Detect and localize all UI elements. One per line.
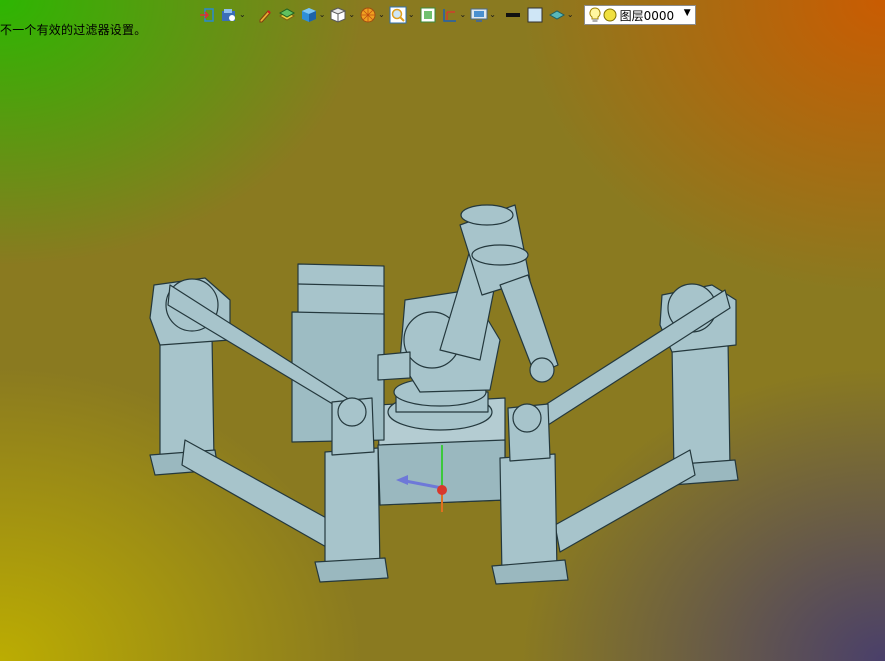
yellow-circle-icon: [603, 8, 617, 22]
pen-icon: [259, 10, 271, 23]
bulb-icon: [589, 7, 601, 22]
cube-shaded-button[interactable]: ⌄: [300, 4, 325, 26]
color-wheel-icon: [360, 7, 376, 23]
view-toolbar: ⌄ ⌄ ⌄ ⌄ ⌄ ⌄ ⌄ ⌄ 图层0000 ▼: [198, 4, 696, 26]
dimension-icon: [442, 9, 456, 22]
right-front-pillar: [499, 453, 558, 577]
cube-shaded-icon: [301, 8, 316, 22]
display-icon: [470, 8, 488, 22]
chevron-down-icon: ▼: [683, 8, 691, 18]
exit-sketch-icon: [200, 8, 214, 22]
transparency-icon: [548, 10, 565, 20]
layer-stack-icon: [278, 8, 295, 21]
fill-color-button[interactable]: [526, 4, 544, 26]
cube-wire-icon: [330, 7, 347, 23]
left-lower-beam: [181, 439, 331, 549]
line-color-icon: [505, 13, 520, 17]
magnifier-button[interactable]: ⌄: [389, 4, 415, 26]
cube-wire-button[interactable]: ⌄: [329, 4, 355, 26]
left-front-pillar: [324, 447, 381, 573]
right-rear-pillar: [671, 339, 731, 474]
layer-dropdown[interactable]: 图层0000 ▼: [583, 5, 696, 25]
3d-viewport[interactable]: 不一个有效的过滤器设置。 ⌄ ⌄ ⌄ ⌄ ⌄ ⌄ ⌄ ⌄ 图层0000 ▼: [0, 0, 885, 661]
color-wheel-button[interactable]: ⌄: [359, 4, 385, 26]
exit-sketch-button[interactable]: [198, 4, 216, 26]
robot-cell-model[interactable]: [0, 0, 885, 661]
view-orient-icon: [222, 9, 235, 21]
display-button[interactable]: ⌄: [470, 4, 496, 26]
pen-button[interactable]: [256, 4, 274, 26]
dimension-button[interactable]: ⌄: [441, 4, 466, 26]
line-color-button[interactable]: [504, 4, 522, 26]
view-orient-button[interactable]: ⌄: [220, 4, 246, 26]
layer-name: 图层0000: [619, 8, 675, 23]
fit-view-button[interactable]: [419, 4, 437, 26]
transparency-button[interactable]: ⌄: [548, 4, 574, 26]
fit-view-icon: [420, 7, 436, 23]
magnifier-icon: [389, 6, 407, 24]
status-message: 不一个有效的过滤器设置。: [0, 23, 147, 37]
fill-color-icon: [527, 7, 543, 23]
layer-stack-button[interactable]: [278, 4, 296, 26]
right-lower-beam: [554, 449, 696, 553]
